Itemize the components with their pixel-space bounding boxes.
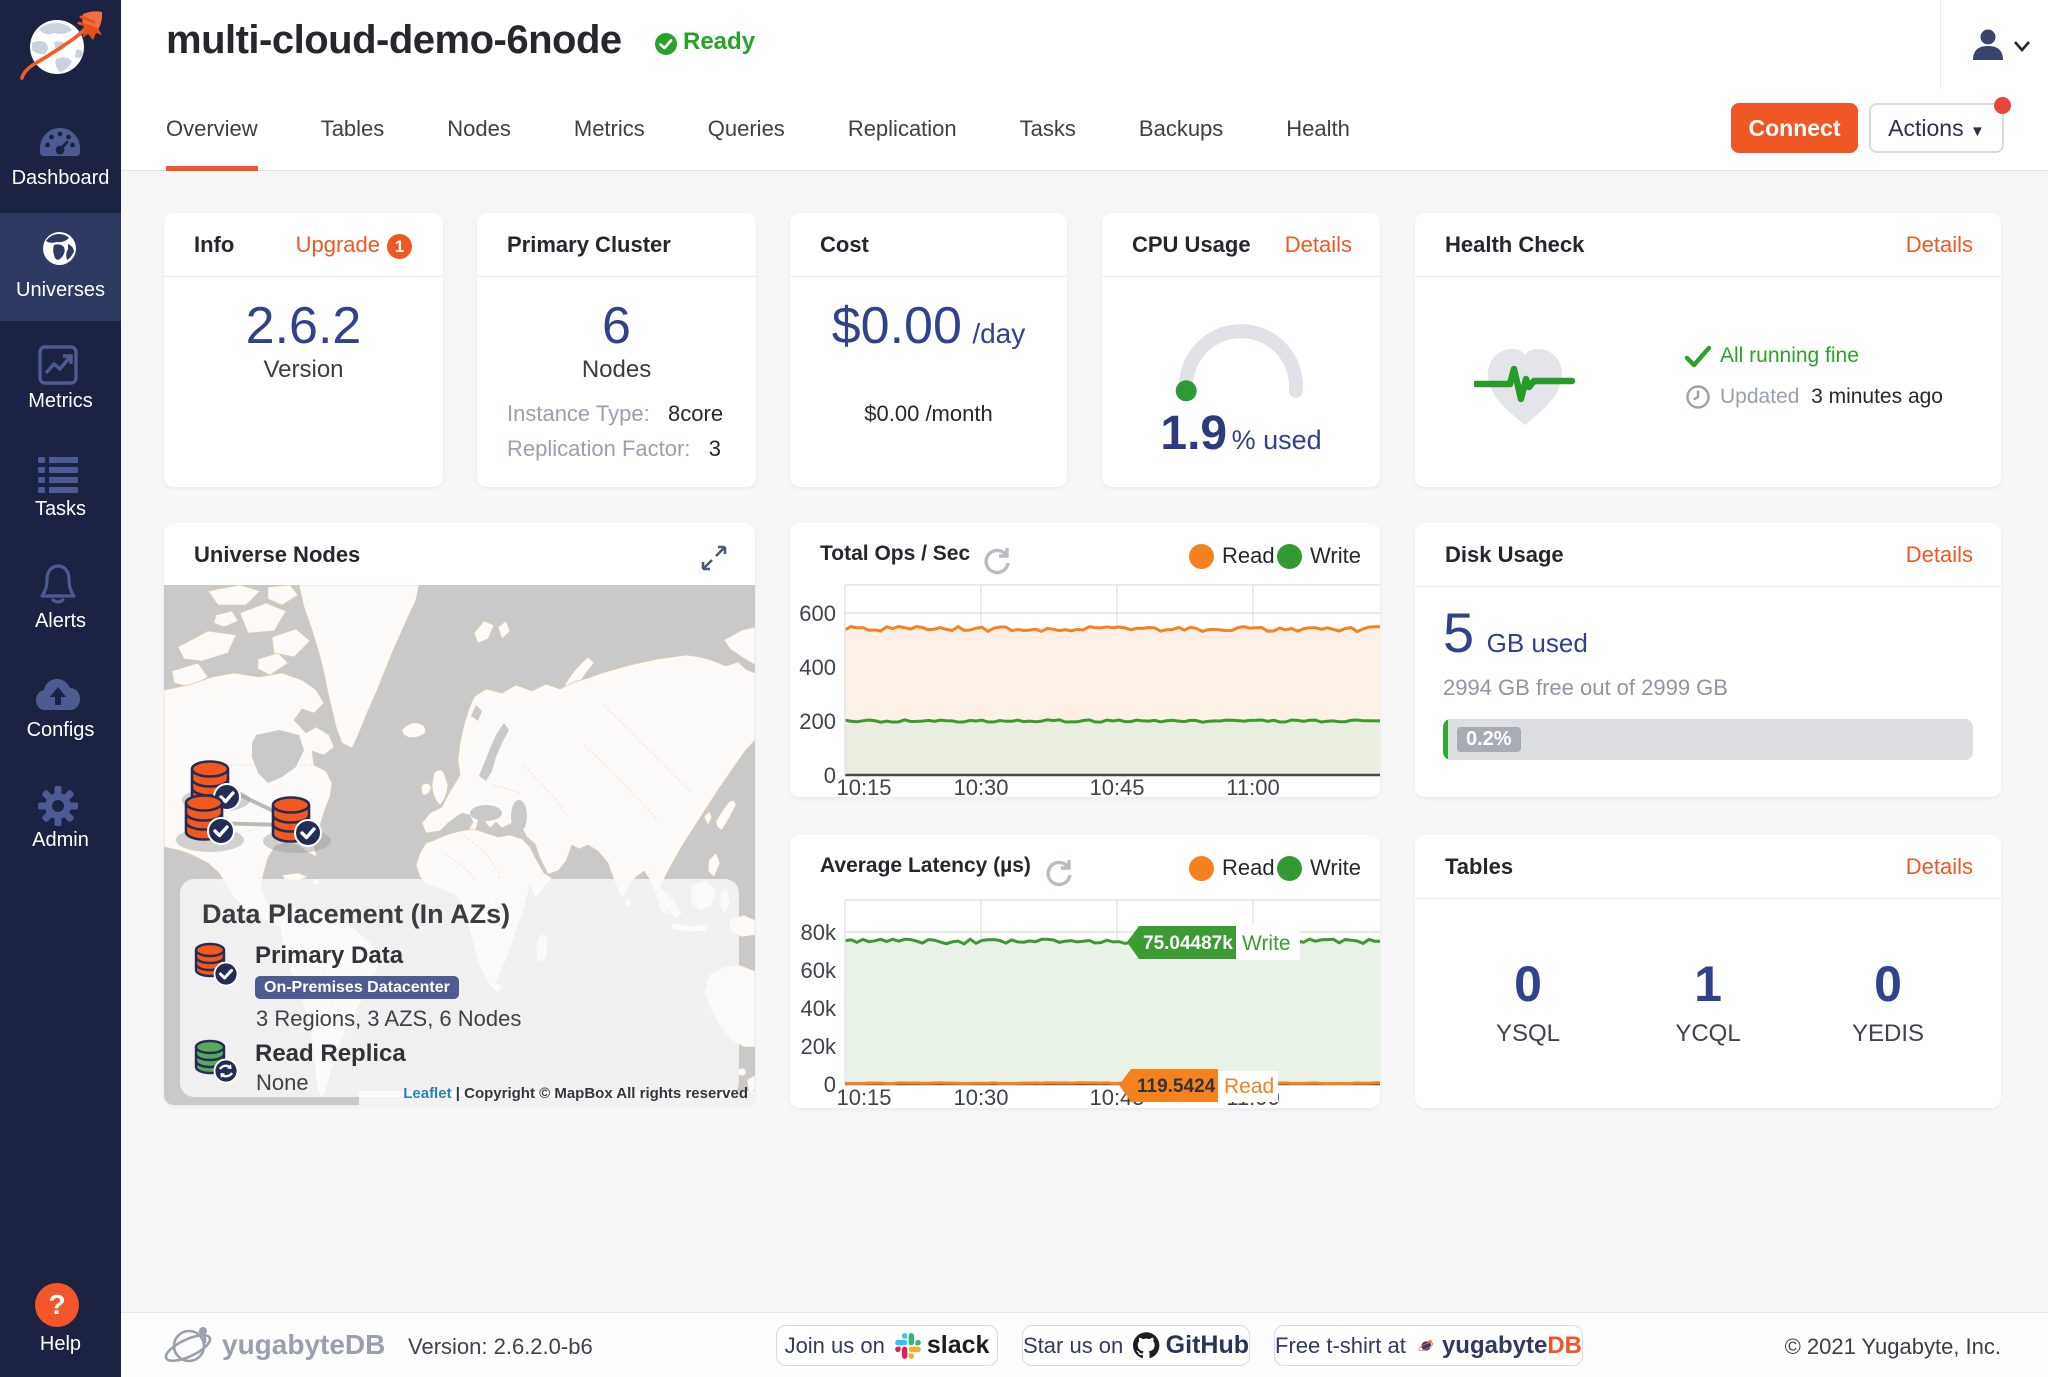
- svg-text:Read: Read: [1224, 1075, 1274, 1098]
- svg-text:80k: 80k: [801, 920, 837, 945]
- svg-text:10:45: 10:45: [1089, 775, 1144, 797]
- svg-text:Write: Write: [1242, 932, 1291, 955]
- svg-text:119.5424: 119.5424: [1137, 1076, 1216, 1097]
- svg-text:200: 200: [799, 709, 836, 734]
- svg-text:600: 600: [799, 601, 836, 626]
- svg-text:10:15: 10:15: [836, 775, 891, 797]
- svg-text:10:30: 10:30: [953, 775, 1008, 797]
- svg-text:11:00: 11:00: [1226, 775, 1279, 797]
- svg-text:400: 400: [799, 655, 836, 680]
- svg-text:10:30: 10:30: [953, 1085, 1008, 1108]
- svg-text:60k: 60k: [801, 958, 837, 983]
- svg-text:75.04487k: 75.04487k: [1143, 933, 1233, 954]
- svg-text:10:15: 10:15: [836, 1085, 891, 1108]
- svg-text:0: 0: [824, 763, 836, 788]
- svg-text:20k: 20k: [801, 1034, 837, 1059]
- svg-text:0: 0: [824, 1072, 836, 1097]
- svg-text:40k: 40k: [801, 996, 837, 1021]
